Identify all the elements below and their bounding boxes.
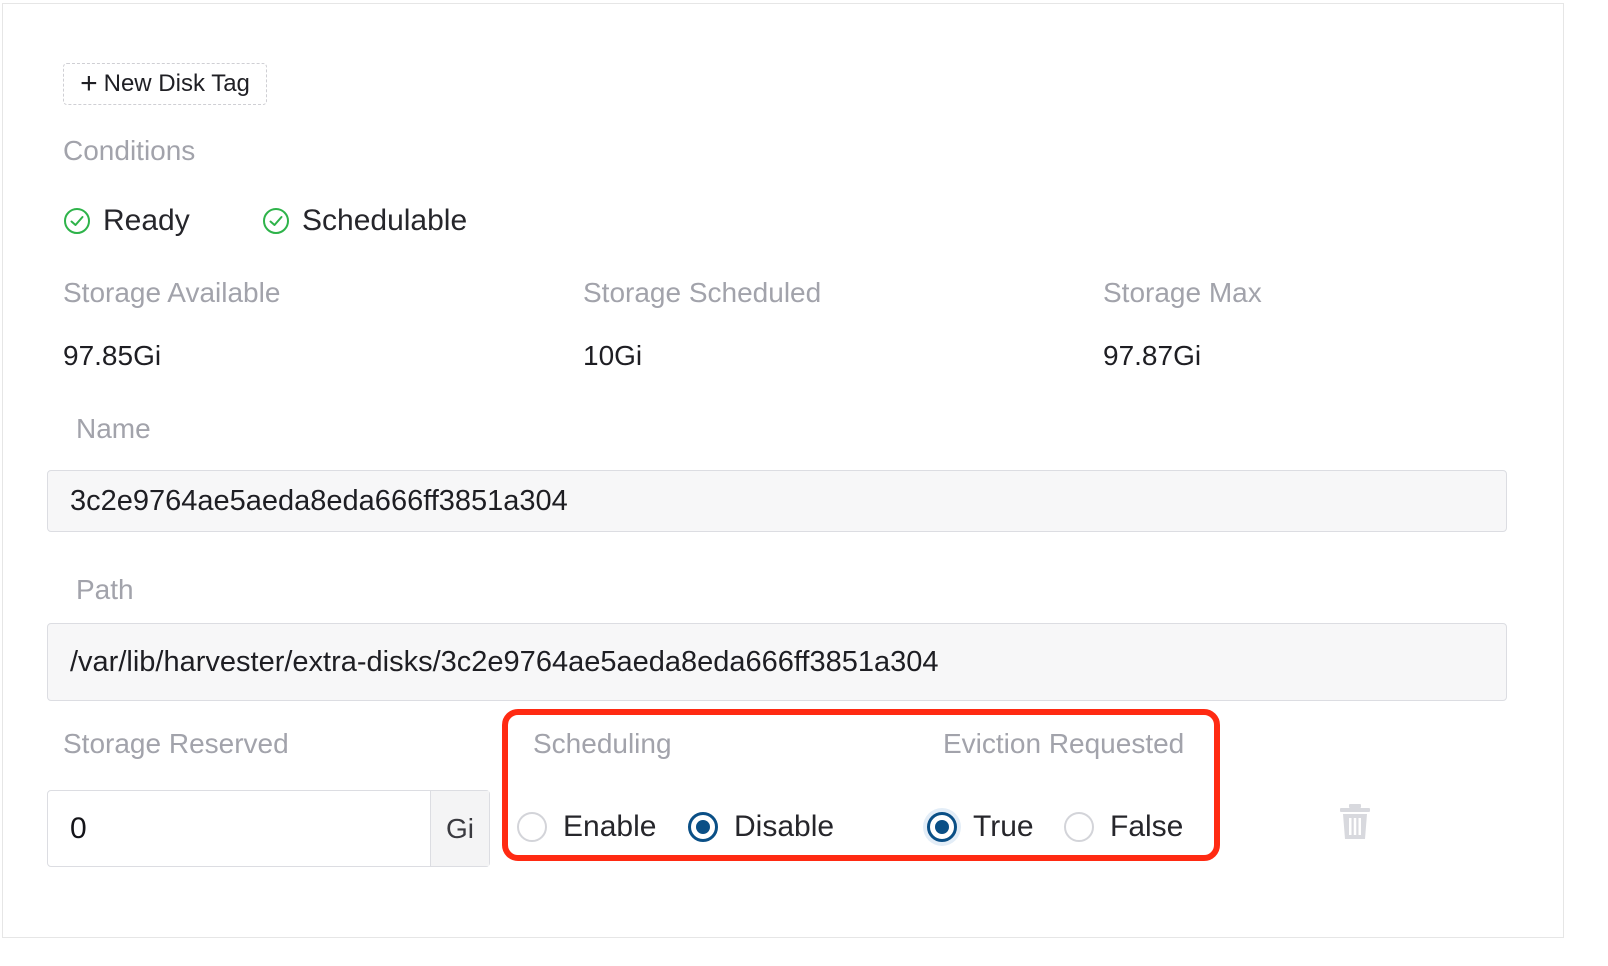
plus-icon: + [80,67,98,100]
condition-schedulable-label: Schedulable [302,204,468,237]
conditions-heading: Conditions [63,135,196,166]
condition-ready: Ready [63,204,190,238]
highlight-annotation [502,709,1220,861]
path-label: Path [76,574,134,605]
storage-reserved-unit: Gi [430,791,489,866]
trash-icon[interactable] [1339,803,1371,841]
check-circle-icon [263,208,289,234]
condition-ready-label: Ready [103,204,190,237]
name-field[interactable]: 3c2e9764ae5aeda8eda666ff3851a304 [47,470,1507,532]
new-disk-tag-label: New Disk Tag [103,70,250,97]
storage-available-value: 97.85Gi [63,340,162,371]
storage-scheduled-label: Storage Scheduled [583,277,822,308]
storage-scheduled-value: 10Gi [583,340,643,371]
storage-reserved-label: Storage Reserved [63,728,289,759]
storage-max-label: Storage Max [1103,277,1262,308]
storage-max-value: 97.87Gi [1103,340,1202,371]
name-label: Name [76,413,151,444]
storage-reserved-value[interactable]: 0 [48,791,430,866]
condition-schedulable: Schedulable [262,204,467,238]
path-field[interactable]: /var/lib/harvester/extra-disks/3c2e9764a… [47,623,1507,701]
storage-available-label: Storage Available [63,277,281,308]
storage-reserved-input[interactable]: 0 Gi [47,790,490,867]
new-disk-tag-button[interactable]: + New Disk Tag [63,63,267,105]
check-circle-icon [64,208,90,234]
